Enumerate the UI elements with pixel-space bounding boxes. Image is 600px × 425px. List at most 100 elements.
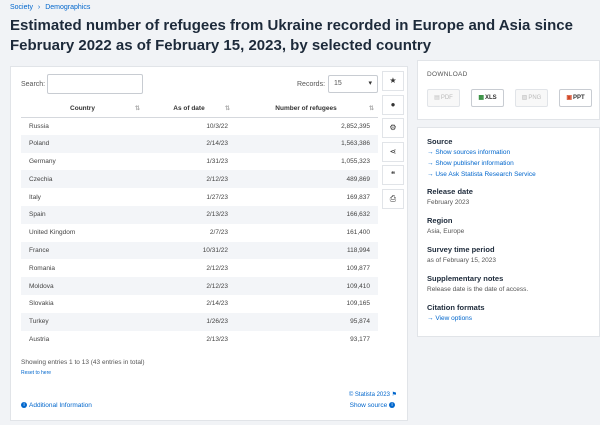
info-icon: i: [21, 402, 27, 409]
share-icon[interactable]: ⋖: [382, 141, 404, 162]
quote-icon[interactable]: ❝: [382, 165, 404, 185]
cell-refugees: 95,874: [350, 318, 370, 326]
breadcrumb-demographics[interactable]: Demographics: [45, 4, 90, 11]
cell-date: 10/31/22: [202, 246, 228, 254]
cell-country: Romania: [29, 264, 56, 272]
cell-country: Moldova: [29, 282, 54, 290]
sort-icon: ⇅: [224, 106, 230, 112]
additional-information-link[interactable]: i Additional Information: [21, 402, 92, 409]
download-pdf-button[interactable]: ▤PDF: [427, 89, 460, 107]
show-source-link[interactable]: Show source i: [350, 402, 397, 409]
download-button-label: PDF: [440, 95, 453, 101]
download-button-label: PNG: [528, 95, 542, 101]
cell-country: Austria: [29, 335, 50, 343]
release-value: February 2023: [427, 199, 470, 206]
ppt-file-icon: ▣: [566, 95, 572, 101]
column-header-country[interactable]: Country ⇅: [21, 101, 144, 118]
cell-refugees: 109,877: [346, 264, 371, 272]
table-row: Germany 1/31/23 1,055,323: [21, 153, 378, 171]
table-row: Czechia 2/12/23 489,869: [21, 170, 378, 189]
ask-statista-link[interactable]: → Use Ask Statista Research Service: [427, 171, 536, 178]
cell-country: Germany: [29, 157, 56, 165]
breadcrumb-separator: ›: [37, 4, 41, 11]
cell-country: Spain: [29, 211, 46, 219]
download-ppt-button[interactable]: ▣PPT: [559, 89, 592, 107]
download-button-label: PPT: [573, 95, 585, 101]
cell-country: Russia: [29, 122, 49, 130]
info-icon: i: [389, 402, 395, 409]
xls-file-icon: ▦: [478, 95, 484, 101]
table-row: Poland 2/14/23 1,563,386: [21, 134, 378, 153]
cell-date: 1/31/23: [206, 157, 228, 165]
cell-refugees: 169,837: [346, 193, 371, 201]
view-options-link[interactable]: → View options: [427, 315, 472, 322]
png-file-icon: ▨: [521, 95, 528, 101]
chevron-down-icon: ▾: [368, 80, 372, 87]
cell-country: Czechia: [29, 175, 53, 183]
breadcrumb: Society › Demographics: [10, 4, 93, 11]
info-panel: Source → Show sources information → Show…: [417, 127, 600, 337]
toolbar: ★ ● ⚙ ⋖ ❝ ⎙: [382, 71, 404, 212]
copyright-link[interactable]: © Statista 2023 ⚑: [349, 391, 397, 398]
pdf-file-icon: ▤: [434, 95, 440, 101]
cell-country: Turkey: [29, 318, 49, 326]
show-publisher-link[interactable]: → Show publisher information: [427, 160, 514, 167]
cell-country: Poland: [29, 140, 50, 148]
cell-date: 2/12/23: [206, 264, 228, 272]
cell-refugees: 166,632: [346, 211, 371, 219]
column-header-date[interactable]: As of date ⇅: [144, 101, 234, 118]
survey-value: as of February 15, 2023: [427, 257, 497, 264]
cell-date: 2/12/23: [206, 175, 228, 183]
cell-country: Italy: [29, 193, 41, 201]
entries-summary: Showing entries 1 to 13 (43 entries in t…: [21, 359, 145, 366]
table-row: Austria 2/13/23 93,177: [21, 331, 378, 349]
table-row: Slovakia 2/14/23 109,165: [21, 295, 378, 313]
reset-link[interactable]: Reset to here: [21, 370, 51, 376]
sort-icon: ⇅: [368, 106, 374, 112]
download-panel: DOWNLOAD ▤PDF ▦XLS ▨PNG ▣PPT: [417, 60, 600, 120]
search-input[interactable]: [47, 74, 143, 94]
cell-refugees: 93,177: [350, 335, 370, 343]
download-xls-button[interactable]: ▦XLS: [471, 89, 504, 107]
cell-refugees: 1,055,323: [341, 157, 370, 165]
download-button-label: XLS: [485, 95, 497, 101]
table-row: United Kingdom 2/7/23 161,400: [21, 224, 378, 242]
records-select-value: 15: [334, 80, 342, 87]
cell-country: France: [29, 246, 50, 254]
cell-date: 10/3/22: [206, 122, 228, 130]
download-png-button[interactable]: ▨PNG: [515, 89, 548, 107]
notes-value: Release date is the date of access.: [427, 286, 529, 293]
region-value: Asia, Europe: [427, 228, 465, 235]
cell-refugees: 489,869: [346, 175, 371, 183]
cell-refugees: 109,410: [346, 282, 371, 290]
table-row: Moldova 2/12/23 109,410: [21, 277, 378, 295]
print-icon[interactable]: ⎙: [382, 188, 404, 209]
citation-heading: Citation formats: [427, 303, 485, 312]
bell-icon[interactable]: ●: [382, 94, 404, 115]
star-icon[interactable]: ★: [382, 71, 404, 91]
gear-icon[interactable]: ⚙: [382, 118, 404, 138]
source-heading: Source: [427, 137, 453, 146]
cell-date: 1/27/23: [206, 193, 228, 201]
records-label: Records:: [297, 81, 326, 88]
data-table-panel: Search: Records: 15 ▾ Country ⇅ As of dat…: [10, 66, 408, 421]
cell-date: 2/7/23: [209, 229, 228, 237]
table-row: Romania 2/12/23 109,877: [21, 259, 378, 277]
breadcrumb-society[interactable]: Society: [10, 4, 33, 11]
column-header-refugees[interactable]: Number of refugees ⇅: [234, 101, 378, 118]
cell-refugees: 118,994: [346, 246, 370, 254]
cell-refugees: 2,852,395: [341, 122, 370, 130]
release-heading: Release date: [427, 187, 473, 196]
page-title: Estimated number of refugees from Ukrain…: [10, 17, 573, 54]
cell-date: 2/13/23: [206, 335, 228, 343]
cell-country: Slovakia: [29, 300, 54, 308]
table-row: Italy 1/27/23 169,837: [21, 188, 378, 206]
table-row: Russia 10/3/22 2,852,395: [21, 117, 378, 135]
table-row: Turkey 1/26/23 95,874: [21, 312, 378, 331]
records-select[interactable]: 15 ▾: [328, 75, 378, 93]
show-sources-link[interactable]: → Show sources information: [427, 149, 510, 156]
download-title: DOWNLOAD: [427, 71, 468, 78]
cell-date: 2/14/23: [206, 300, 228, 308]
cell-refugees: 109,165: [346, 300, 371, 308]
cell-refugees: 161,400: [346, 229, 371, 237]
